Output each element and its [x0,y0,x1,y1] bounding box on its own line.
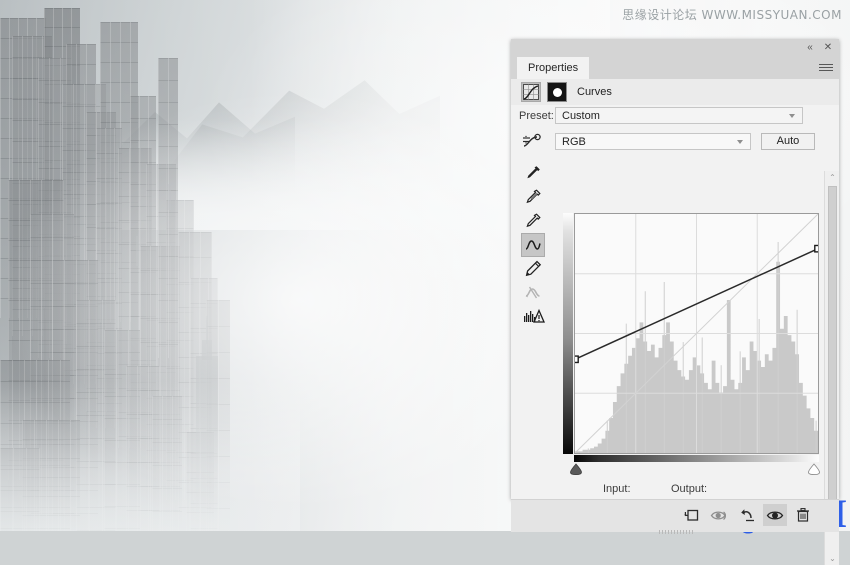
chevron-down-icon [737,140,744,144]
toggle-layer-visibility-button[interactable] [763,504,787,526]
preset-dropdown[interactable]: Custom [555,107,803,124]
output-gradient-bar [563,213,573,454]
black-point-slider[interactable] [569,463,583,476]
view-previous-state-button[interactable] [707,504,731,526]
scroll-up-arrow-icon[interactable]: ⌃ [825,171,840,184]
adjustment-header: Curves [511,79,839,106]
reset-adjustment-button[interactable] [735,504,759,526]
panel-tab-strip: Properties [511,57,839,79]
scroll-down-arrow-icon[interactable]: ⌄ [825,552,840,565]
watermark-top: 思缘设计论坛 WWW.MISSYUAN.COM [622,8,842,22]
panel-footer [511,499,839,534]
auto-button[interactable]: Auto [761,133,815,150]
curves-tool-column [521,161,547,329]
clip-to-layer-button[interactable] [679,504,703,526]
white-point-slider[interactable] [807,463,821,476]
input-label: Input: [603,483,631,495]
close-icon[interactable]: ✕ [821,42,835,54]
tab-properties[interactable]: Properties [517,57,590,79]
draw-curve-pencil-tool[interactable] [521,257,545,281]
input-output-row: Input: Output: [511,483,839,499]
preset-row: Preset: Custom [511,105,839,129]
curve-plot-area[interactable] [574,213,819,454]
hamburger-menu-icon[interactable] [819,62,833,74]
curves-graph[interactable] [563,213,820,476]
smooth-curve-tool[interactable] [521,281,545,305]
edit-points-curve-tool[interactable] [521,233,545,257]
clipping-warning-icon[interactable] [521,305,545,329]
collapse-icon[interactable]: « [803,42,817,54]
properties-panel: « ✕ Properties Curves Preset: Custom RGB… [511,39,840,565]
layer-mask-thumbnail[interactable] [547,82,567,102]
preset-value: Custom [562,110,600,122]
panel-titlebar[interactable]: « ✕ [511,39,839,57]
channel-dropdown[interactable]: RGB [555,133,751,150]
sample-white-point-eyedropper[interactable] [521,209,545,233]
preset-label: Preset: [519,110,554,122]
channel-row: RGB Auto [511,131,839,155]
channel-value: RGB [562,136,586,148]
delete-adjustment-layer-button[interactable] [791,504,815,526]
mask-shape [553,88,562,97]
scrollbar-thumb[interactable] [828,186,837,522]
on-image-adjustment-icon[interactable] [521,133,543,151]
curves-adjustment-icon[interactable] [521,82,541,102]
input-gradient-bar [574,455,819,462]
adjustment-title: Curves [577,86,612,98]
chevron-down-icon [789,114,796,118]
curve-svg [575,214,818,453]
sample-black-point-eyedropper[interactable] [521,161,545,185]
output-label: Output: [671,483,708,495]
panel-body: Preset: Custom RGB Auto Input: Output: ⌃… [511,105,840,565]
sample-gray-point-eyedropper[interactable] [521,185,545,209]
